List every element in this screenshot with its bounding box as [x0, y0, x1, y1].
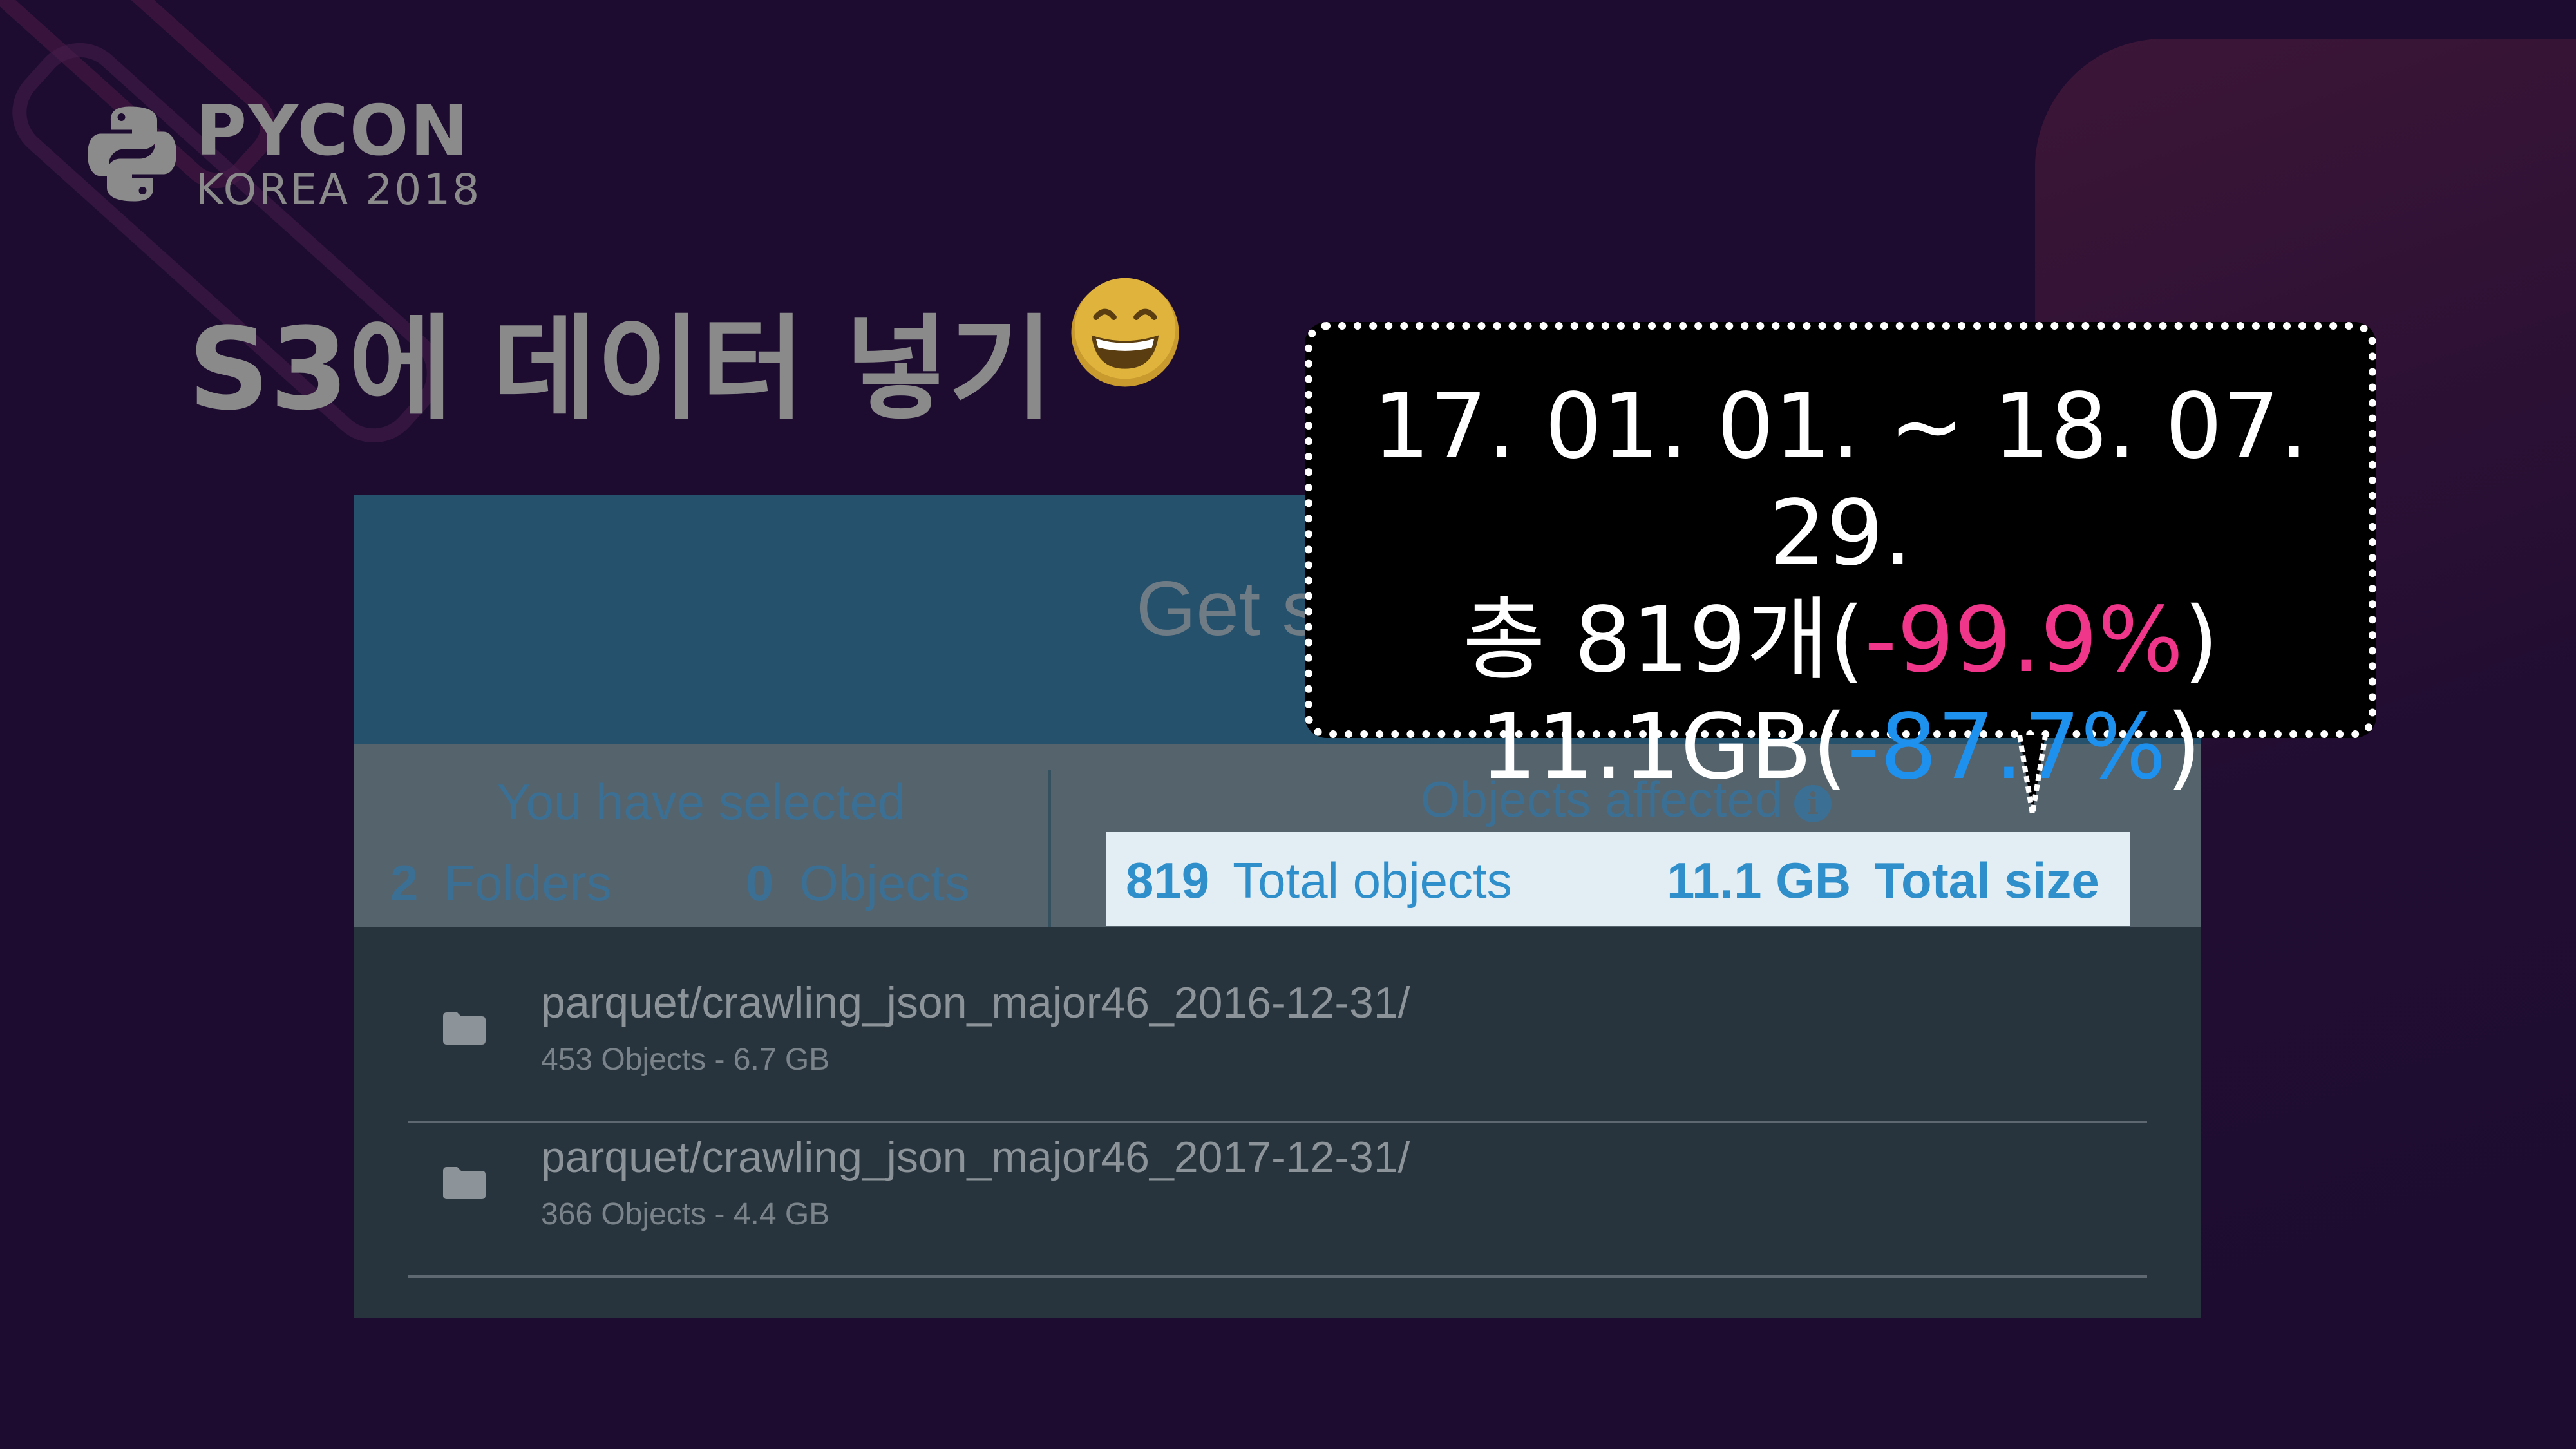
count-prefix: 총 819개( — [1463, 588, 1865, 693]
logo-subtitle: KOREA 2018 — [196, 165, 482, 214]
callout-count-line: 총 819개(-99.9%) — [1312, 587, 2369, 694]
size-prefix: 11.1GB( — [1479, 695, 1848, 800]
slide-title: S3에 데이터 넣기 — [188, 303, 1054, 435]
objects-count: 0 — [746, 855, 774, 911]
logo-title: PYCON — [196, 91, 469, 171]
file-name: parquet/crawling_json_major46_2017-12-31… — [541, 1133, 1410, 1182]
stats-callout: 17. 01. 01. ~ 18. 07. 29. 총 819개(-99.9%)… — [1305, 322, 2376, 800]
file-list-item[interactable]: parquet/crawling_json_major46_2016-12-31… — [408, 966, 2147, 1123]
callout-size-line: 11.1GB(-87.7%) — [1312, 694, 2369, 801]
count-suffix: ) — [2183, 588, 2219, 693]
count-change: -99.9% — [1864, 588, 2184, 693]
file-meta: 366 Objects - 4.4 GB — [541, 1197, 830, 1231]
pycon-logo: PYCON KOREA 2018 — [84, 97, 481, 211]
selected-objects: 0 Objects — [746, 854, 970, 913]
total-size-value: 11.1 GB — [1667, 852, 1852, 909]
totals-box: 819 Total objects 11.1 GB Total size — [1106, 832, 2130, 926]
folders-count: 2 — [390, 855, 419, 911]
folder-icon — [443, 1167, 486, 1199]
total-size-label: Total size — [1874, 852, 2099, 909]
folder-icon — [443, 1012, 486, 1045]
python-logo-icon — [88, 106, 176, 202]
size-change: -87.7% — [1847, 695, 2166, 800]
total-objects-count: 819 — [1126, 852, 1210, 909]
size-suffix: ) — [2166, 695, 2202, 800]
selected-folders: 2 Folders — [390, 854, 611, 913]
total-size: 11.1 GB Total size — [1667, 851, 2099, 910]
file-list-item[interactable]: parquet/crawling_json_major46_2017-12-31… — [408, 1121, 2147, 1278]
file-name: parquet/crawling_json_major46_2016-12-31… — [541, 978, 1410, 1027]
callout-tail — [2017, 735, 2048, 815]
total-objects-label: Total objects — [1233, 852, 1512, 909]
total-objects: 819 Total objects — [1126, 851, 1512, 910]
objects-label: Objects — [799, 855, 970, 911]
folders-label: Folders — [444, 855, 612, 911]
grinning-face-emoji-icon — [1071, 278, 1179, 387]
callout-date-range: 17. 01. 01. ~ 18. 07. 29. — [1372, 374, 2309, 586]
selected-label: You have selected — [497, 773, 906, 830]
file-meta: 453 Objects - 6.7 GB — [541, 1043, 830, 1077]
